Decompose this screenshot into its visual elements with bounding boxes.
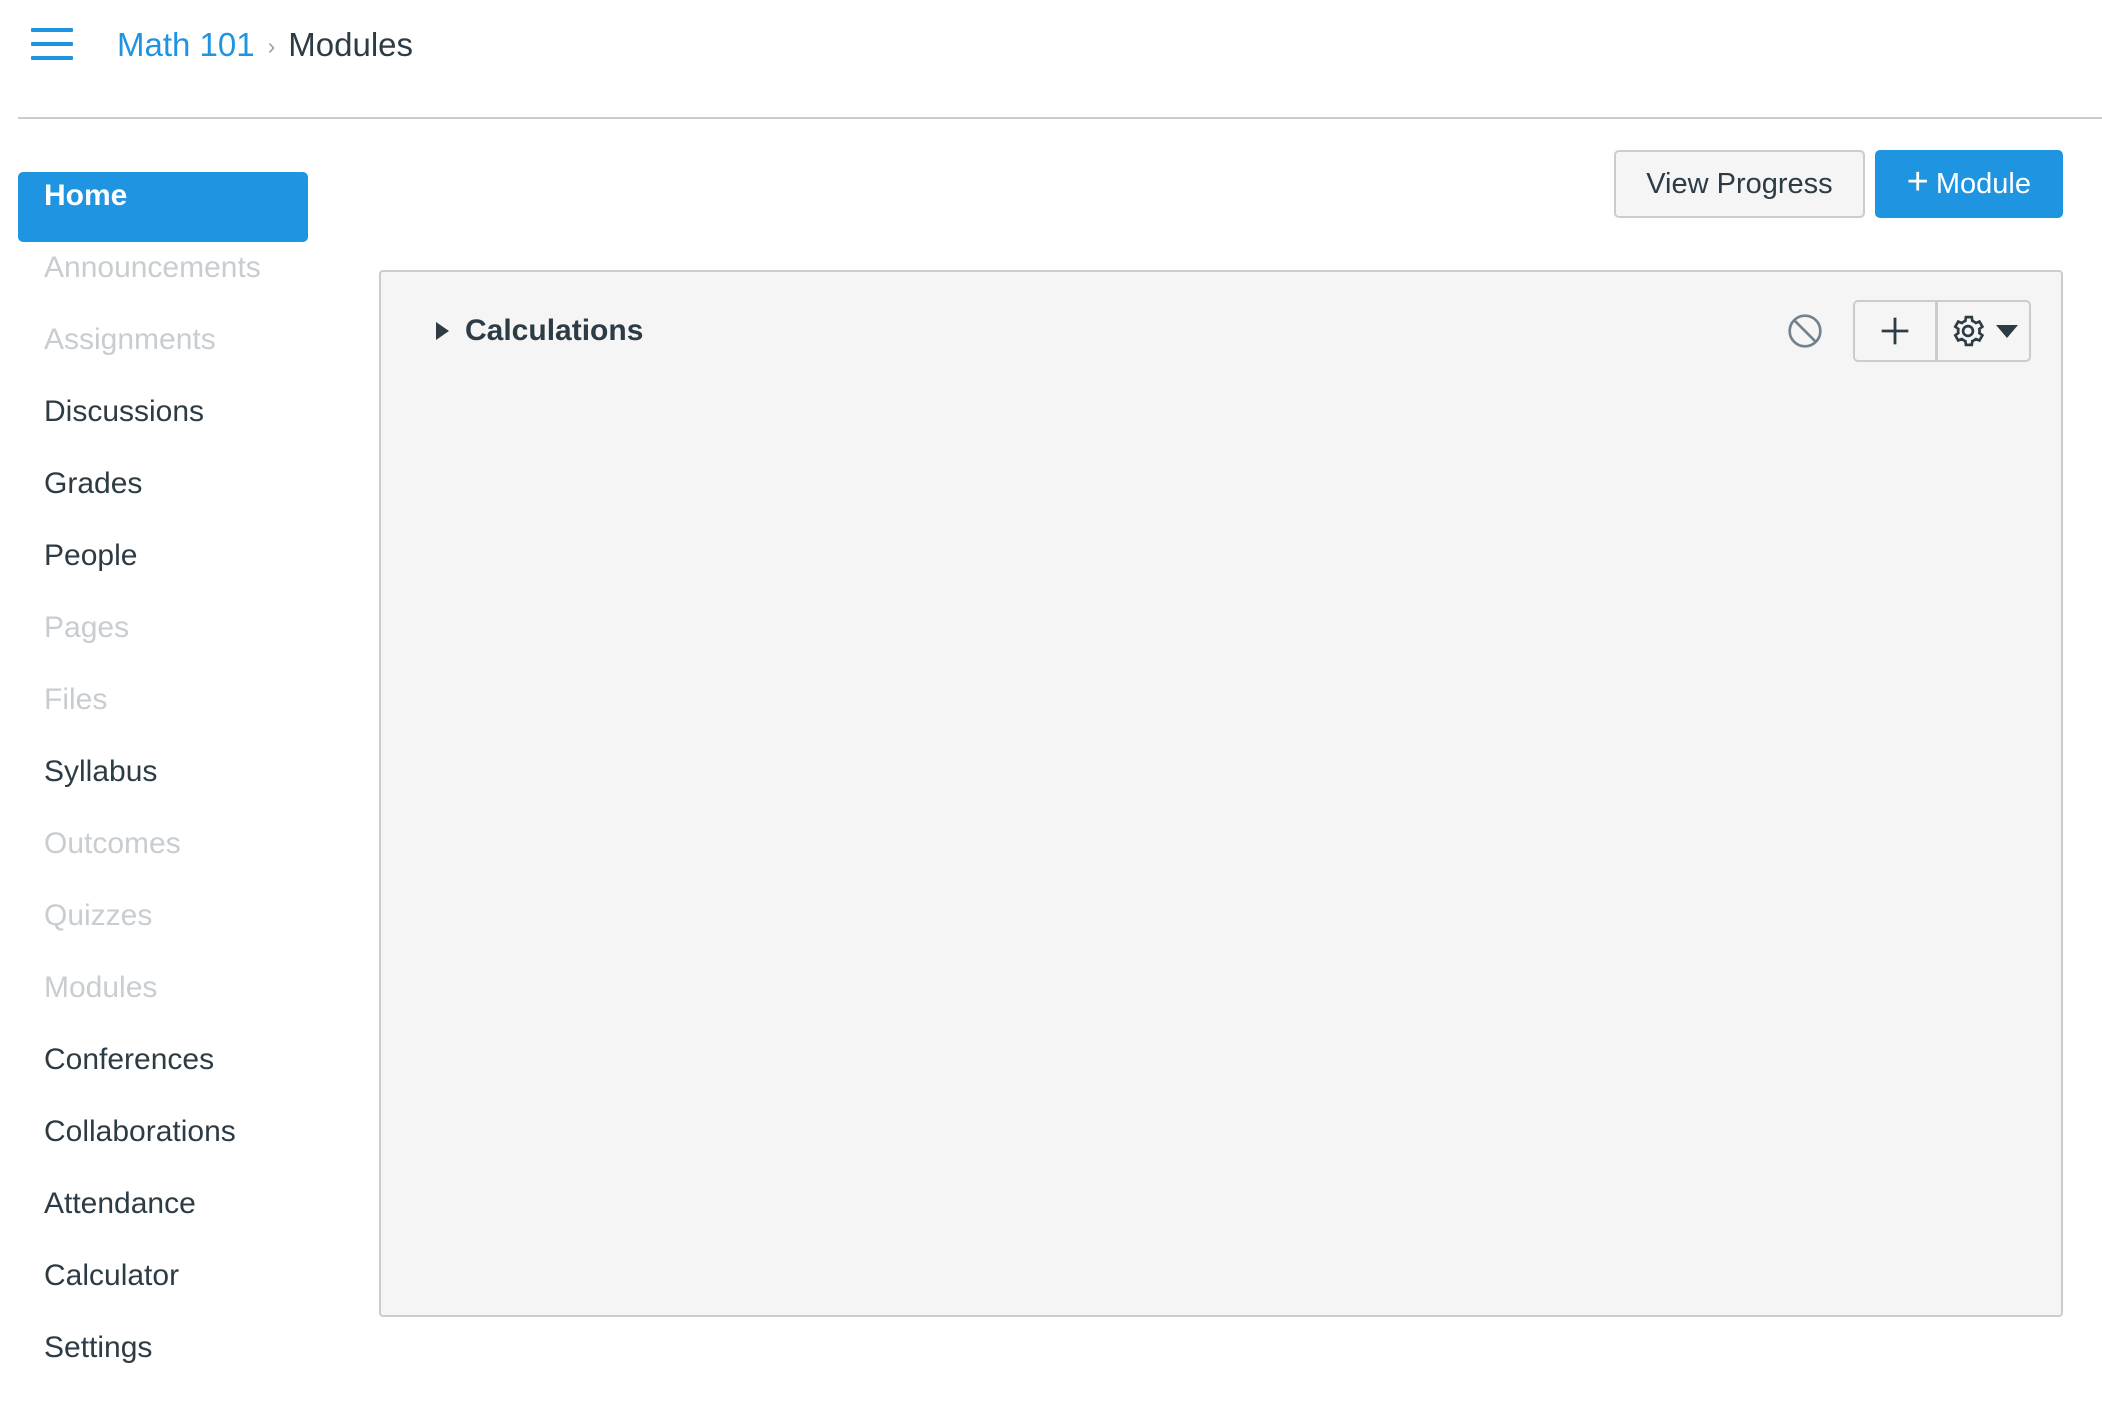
gear-icon: [1953, 315, 1985, 347]
canvas-modules-page: Math 101 › Modules Home Announcements As…: [0, 0, 2102, 1410]
module-settings-button[interactable]: [1937, 300, 2031, 362]
sidebar-item-pages[interactable]: Pages: [0, 592, 330, 664]
sidebar-item-syllabus[interactable]: Syllabus: [0, 736, 330, 808]
sidebar-item-grades[interactable]: Grades: [0, 448, 330, 520]
sidebar-item-attendance[interactable]: Attendance: [0, 1168, 330, 1240]
modules-list-container: Calculations: [379, 270, 2063, 1317]
sidebar-item-settings[interactable]: Settings: [0, 1312, 330, 1384]
hamburger-line: [31, 56, 73, 60]
sidebar-item-assignments[interactable]: Assignments: [0, 304, 330, 376]
sidebar-item-quizzes[interactable]: Quizzes: [0, 880, 330, 952]
chevron-down-icon: [1996, 324, 2018, 338]
sidebar-item-modules[interactable]: Modules: [0, 952, 330, 1024]
hamburger-line: [31, 28, 73, 32]
page-header: Math 101 › Modules: [0, 0, 2102, 119]
module-actions: [1783, 272, 2031, 390]
hamburger-line: [31, 42, 73, 46]
sidebar-item-conferences[interactable]: Conferences: [0, 1024, 330, 1096]
module-title-group: Calculations: [436, 272, 643, 390]
breadcrumb: Math 101 › Modules: [117, 22, 413, 68]
sidebar-item-files[interactable]: Files: [0, 664, 330, 736]
module-header: Calculations: [381, 272, 2061, 390]
main-content: View Progress + Module Calculations: [379, 150, 2063, 1350]
view-progress-button[interactable]: View Progress: [1614, 150, 1865, 218]
course-navigation-sidebar: Home Announcements Assignments Discussio…: [0, 160, 330, 1410]
breadcrumb-current-page: Modules: [288, 26, 413, 63]
sidebar-item-home[interactable]: Home: [0, 160, 330, 242]
sidebar-item-discussions[interactable]: Discussions: [0, 376, 330, 448]
add-module-button[interactable]: + Module: [1874, 150, 2063, 218]
circle-slash-icon[interactable]: [1783, 300, 1827, 362]
module-title[interactable]: Calculations: [465, 314, 643, 348]
hamburger-icon[interactable]: [31, 28, 73, 60]
sidebar-item-collaborations[interactable]: Collaborations: [0, 1096, 330, 1168]
add-module-label: Module: [1935, 167, 2031, 200]
collapse-triangle-icon[interactable]: [436, 322, 449, 340]
sidebar-item-outcomes[interactable]: Outcomes: [0, 808, 330, 880]
sidebar-item-calculator[interactable]: Calculator: [0, 1240, 330, 1312]
header-divider: [18, 117, 2102, 119]
plus-icon: [1881, 317, 1909, 345]
sidebar-item-announcements[interactable]: Announcements: [0, 232, 330, 304]
breadcrumb-separator-icon: ›: [267, 33, 276, 59]
breadcrumb-course-link[interactable]: Math 101: [117, 22, 255, 68]
sidebar-item-people[interactable]: People: [0, 520, 330, 592]
add-module-item-button[interactable]: [1853, 300, 1937, 362]
modules-toolbar: View Progress + Module: [1614, 150, 2063, 218]
plus-icon: +: [1906, 161, 1929, 203]
